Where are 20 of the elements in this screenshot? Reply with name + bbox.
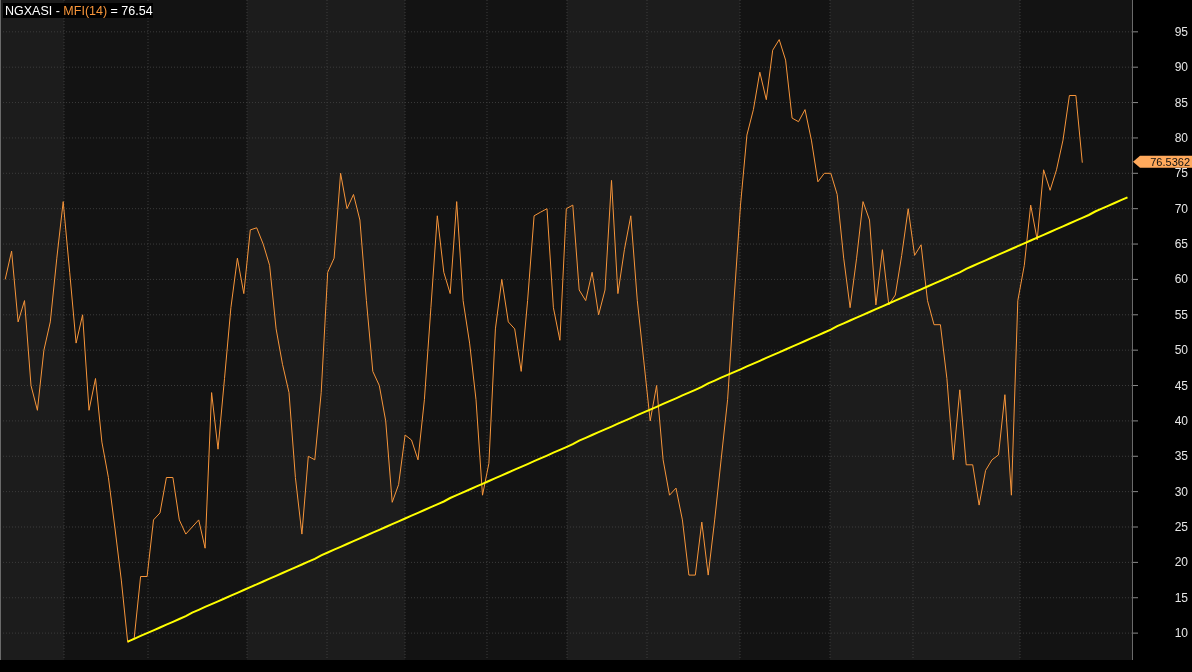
axis-tick-label: 55	[1174, 307, 1188, 322]
axis-tick-label: 25	[1174, 520, 1188, 534]
axis-tick-label: 60	[1174, 272, 1188, 287]
axis-tick-label: 40	[1174, 413, 1188, 428]
axis-tick-label: 30	[1174, 484, 1188, 499]
axis-tick-label: 15	[1174, 590, 1188, 605]
last-value-badge: 76.5362	[1133, 155, 1192, 168]
axis-tick-label: 50	[1174, 343, 1188, 358]
axis-tick-label: 90	[1174, 60, 1188, 75]
axis-tick-label: 80	[1174, 130, 1188, 145]
axis-tick-label: 65	[1174, 237, 1188, 252]
axis-tick-label: 95	[1174, 24, 1188, 39]
axis-tick-label: 35	[1174, 449, 1188, 464]
axis-tick-label: 70	[1174, 201, 1188, 216]
chart-legend: NGXASI - MFI(14) = 76.54	[3, 3, 153, 18]
axis-tick-label: 10	[1174, 626, 1188, 641]
axis-tick-label: 85	[1174, 95, 1188, 110]
axis-tick-label: 20	[1174, 555, 1188, 570]
axis-tick-label: 45	[1174, 378, 1188, 393]
axis-tick-label: 75	[1174, 166, 1188, 181]
